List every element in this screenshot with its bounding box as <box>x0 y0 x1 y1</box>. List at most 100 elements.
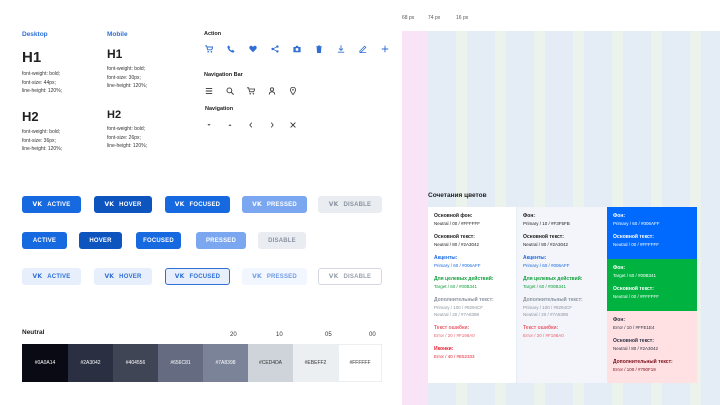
combo-label: Текст ошибки: <box>434 325 470 331</box>
combo-entry: Акценты: Primary / 60 / #006AFF <box>434 255 510 269</box>
chevron-left-icon[interactable] <box>245 119 257 131</box>
button-disable[interactable]: DISABLE <box>258 232 306 249</box>
vk-logo-icon: VK <box>104 273 115 280</box>
caret-down-icon[interactable] <box>203 119 215 131</box>
vk-button-active[interactable]: VK ACTIVE <box>22 196 81 213</box>
nav-bar-icon-row <box>203 85 299 97</box>
vk-button-focused[interactable]: VK FOCUSED <box>165 196 230 213</box>
combo-value: Neutral / 00 / #FFFFFF <box>613 242 660 247</box>
vk-logo-icon: VK <box>328 201 339 208</box>
combo-entry: Основной текст: Neutral / 00 / #FFFFFF <box>613 286 691 300</box>
button-label: DISABLE <box>343 273 372 280</box>
neutral-swatch: #404556 <box>113 344 158 382</box>
combo-entry: Фон: Primary / 60 / #006AFF <box>613 213 691 227</box>
combo-value: Neutral / 00 / #FFFFFF <box>434 221 481 226</box>
combo-label: Дополнительный текст: <box>523 297 583 303</box>
combo-value: Neutral / 80 / #2A3042 <box>523 242 569 247</box>
combo-value: Error / 100 / #790F19 <box>613 367 656 372</box>
share-icon[interactable] <box>269 43 281 55</box>
combo-label: Основной фон: <box>434 213 473 219</box>
vk-light-button-active[interactable]: VK ACTIVE <box>22 268 81 285</box>
chevron-right-icon[interactable] <box>266 119 278 131</box>
combo-label: Основной текст: <box>434 234 475 240</box>
navigation-label: Navigation <box>205 106 234 112</box>
combo-label: Фон: <box>613 265 626 271</box>
plus-icon[interactable] <box>379 43 391 55</box>
vk-button-pressed[interactable]: VK PRESSED <box>242 196 307 213</box>
grid-margin <box>402 31 428 405</box>
button-focused[interactable]: FOCUSED <box>136 232 181 249</box>
combo-entry: Дополнительный текст: Error / 100 / #790F… <box>613 359 691 373</box>
neutral-swatch: #FFFFFF <box>338 344 382 382</box>
combo-cell-green: Фон: Target / 60 / #00B341 Основной текст… <box>607 259 697 311</box>
mobile-h1-spec: font-weight: bold; font-size: 30px; line… <box>107 66 148 89</box>
swatch-hex: #404556 <box>125 360 146 366</box>
edit-icon[interactable] <box>357 43 369 55</box>
camera-icon[interactable] <box>291 43 303 55</box>
combo-value: Primary / 60 / #006AFF <box>613 221 660 226</box>
swatch-hex: #656C81 <box>170 360 191 366</box>
combo-entry: Фон: Primary / 10 / #F3F5FB <box>523 213 601 227</box>
mobile-h2-sample: H2 <box>107 109 122 121</box>
desktop-h1-spec: font-weight: bold; font-size: 44px; line… <box>22 71 63 94</box>
button-label: FOCUSED <box>189 201 221 208</box>
vk-light-button-hover[interactable]: VK HOVER <box>94 268 152 285</box>
search-icon[interactable] <box>224 85 236 97</box>
swatch-hex: #7A8398 <box>215 360 236 366</box>
grid-label-gutter: 74 px <box>428 15 441 21</box>
button-label: DISABLE <box>343 201 372 208</box>
mobile-h1-sample: H1 <box>107 47 123 61</box>
vk-logo-icon: VK <box>252 201 262 208</box>
combo-value: Neutral / 80 / #2A3042 <box>613 346 659 351</box>
combo-cell-white: Основной фон: Neutral / 00 / #FFFFFF Осно… <box>428 207 516 383</box>
close-icon[interactable] <box>287 119 299 131</box>
caret-up-icon[interactable] <box>224 119 236 131</box>
menu-icon[interactable] <box>203 85 215 97</box>
combo-label: Для целевых действий: <box>434 276 494 282</box>
button-pressed[interactable]: PRESSED <box>196 232 246 249</box>
cart-icon[interactable] <box>245 85 257 97</box>
desktop-h2-spec: font-weight: bold; font-size: 36px; line… <box>22 129 63 152</box>
vk-light-button-pressed[interactable]: VK PRESSED <box>242 268 307 285</box>
neutral-tick: 00 <box>369 332 376 338</box>
combo-entry: Для целевых действий: Target / 60 / #00B3… <box>434 276 510 290</box>
navigation-icon-row <box>203 119 299 131</box>
combo-entry: Текст ошибки: Error / 20 / #F198A0 <box>434 325 510 339</box>
vk-light-button-disable[interactable]: VK DISABLE <box>318 268 382 285</box>
combo-value: Neutral / 80 / #2A3042 <box>434 242 480 247</box>
neutral-swatch: #2A3042 <box>68 344 113 382</box>
combo-entry: Основной текст: Neutral / 00 / #FFFFFF <box>613 234 691 248</box>
combo-label: Фон: <box>523 213 536 219</box>
trash-icon[interactable] <box>313 43 325 55</box>
neutral-swatch: #0A0A14 <box>22 344 68 382</box>
neutral-title: Neutral <box>22 329 45 336</box>
combo-value: Error / 20 / #F198A0 <box>434 333 475 338</box>
vk-light-button-focused[interactable]: VK FOCUSED <box>165 268 230 285</box>
vk-button-hover[interactable]: VK HOVER <box>94 196 152 213</box>
heart-icon[interactable] <box>247 43 259 55</box>
vk-logo-icon: VK <box>104 201 115 208</box>
combo-label: Акценты: <box>434 255 458 261</box>
vk-button-disable[interactable]: VK DISABLE <box>318 196 382 213</box>
combo-cell-blue: Фон: Primary / 60 / #006AFF Основной текс… <box>607 207 697 259</box>
combo-value: Target / 60 / #00B341 <box>613 273 657 278</box>
swatch-hex: #0A0A14 <box>34 360 56 366</box>
combo-label: Текст ошибки: <box>523 325 559 331</box>
action-icon-row <box>203 43 391 55</box>
combo-value: Error / 40 / #E52333 <box>434 354 475 359</box>
cart-icon[interactable] <box>203 43 215 55</box>
combo-label: Дополнительный текст: <box>434 297 494 303</box>
mobile-header: Mobile <box>107 31 128 38</box>
user-icon[interactable] <box>266 85 278 97</box>
swatch-hex: #2A3042 <box>80 360 101 366</box>
grid-column <box>701 31 720 405</box>
combo-entry: Основной фон: Neutral / 00 / #FFFFFF <box>434 213 510 227</box>
button-active[interactable]: ACTIVE <box>22 232 67 249</box>
download-icon[interactable] <box>335 43 347 55</box>
button-hover[interactable]: HOVER <box>79 232 122 249</box>
phone-icon[interactable] <box>225 43 237 55</box>
vk-logo-icon: VK <box>32 201 43 208</box>
location-icon[interactable] <box>287 85 299 97</box>
combo-label: Фон: <box>613 317 626 323</box>
combo-entry: Акценты: Primary / 60 / #006AFF <box>523 255 601 269</box>
